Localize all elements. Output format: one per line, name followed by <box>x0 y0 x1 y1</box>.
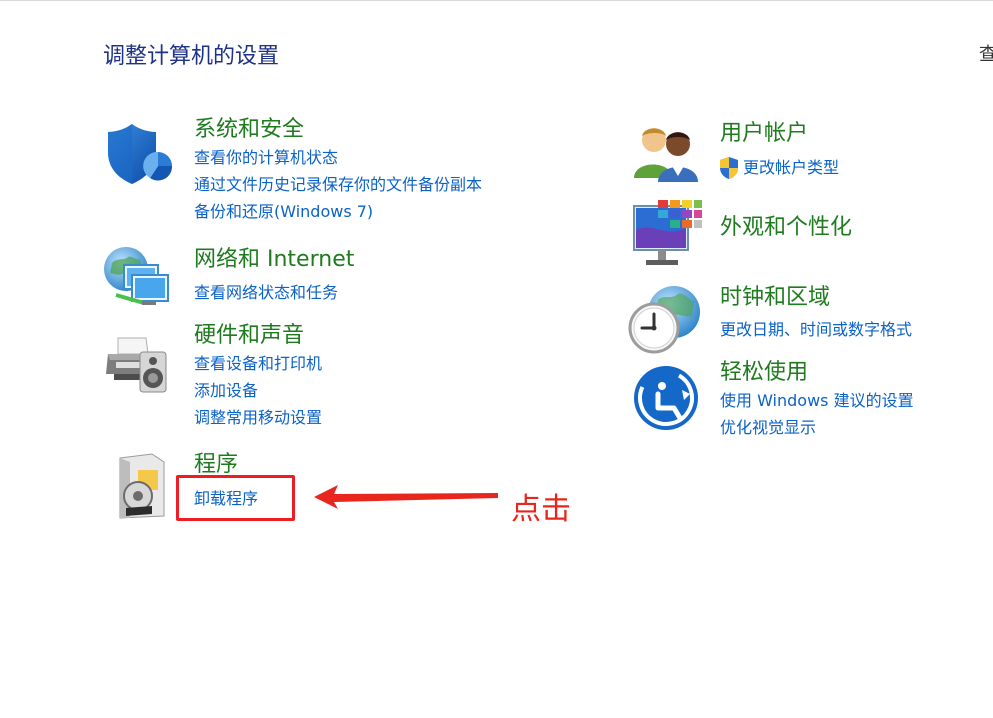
monitor-icon[interactable] <box>632 198 704 274</box>
link-view-devices-printers[interactable]: 查看设备和打印机 <box>194 354 322 374</box>
category-title-clock-region[interactable]: 时钟和区域 <box>720 285 830 311</box>
link-backup-restore[interactable]: 备份和还原(Windows 7) <box>194 202 373 222</box>
category-title-system-security[interactable]: 系统和安全 <box>194 117 304 143</box>
category-title-user-accounts[interactable]: 用户帐户 <box>720 121 808 147</box>
category-title-hardware-sound[interactable]: 硬件和声音 <box>194 323 304 349</box>
clock-icon[interactable] <box>628 282 702 360</box>
link-add-device[interactable]: 添加设备 <box>194 381 258 401</box>
page-title: 调整计算机的设置 <box>103 44 280 69</box>
shield-icon[interactable] <box>104 122 176 192</box>
link-change-account-type[interactable]: 更改帐户类型 <box>743 158 839 178</box>
category-title-ease-of-access[interactable]: 轻松使用 <box>720 360 808 386</box>
link-file-history-backup[interactable]: 通过文件历史记录保存你的文件备份副本 <box>194 175 482 195</box>
network-icon[interactable] <box>102 243 174 319</box>
view-by-label-cut[interactable]: 查 <box>979 40 993 66</box>
link-change-date-time-format[interactable]: 更改日期、时间或数字格式 <box>720 320 912 340</box>
top-divider <box>0 0 993 1</box>
programs-icon[interactable] <box>112 452 172 524</box>
link-view-network-status[interactable]: 查看网络状态和任务 <box>194 283 338 303</box>
uac-shield-icon <box>718 156 740 184</box>
click-annotation: 点击 <box>511 492 571 527</box>
link-optimize-visual-display[interactable]: 优化视觉显示 <box>720 418 816 438</box>
left-arrow-icon <box>310 482 500 516</box>
link-mobility-settings[interactable]: 调整常用移动设置 <box>194 408 322 428</box>
users-icon[interactable] <box>632 122 702 188</box>
printer-icon[interactable] <box>104 330 176 400</box>
link-view-computer-status[interactable]: 查看你的计算机状态 <box>194 148 338 168</box>
ease-of-access-icon[interactable] <box>632 364 700 436</box>
highlight-box <box>176 475 295 521</box>
link-windows-recommended-settings[interactable]: 使用 Windows 建议的设置 <box>720 391 914 411</box>
category-title-network-internet[interactable]: 网络和 Internet <box>194 247 354 273</box>
category-title-appearance[interactable]: 外观和个性化 <box>720 215 852 241</box>
